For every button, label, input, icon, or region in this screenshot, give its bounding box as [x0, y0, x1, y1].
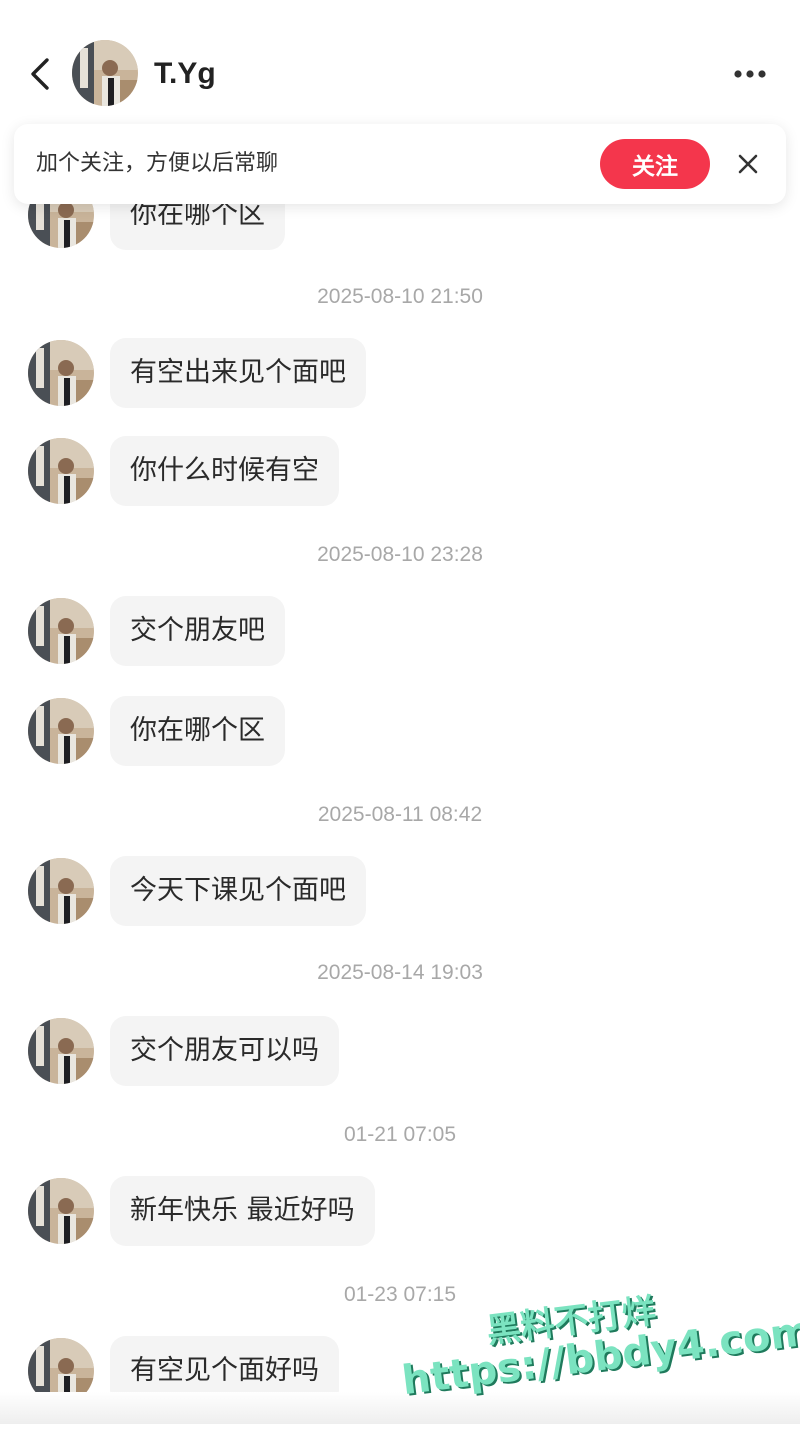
follow-banner: 加个关注，方便以后常聊 关注	[14, 124, 786, 204]
sender-avatar[interactable]	[28, 340, 94, 406]
chat-header: T.Yg	[0, 0, 800, 120]
message-timestamp: 2025-08-11 08:42	[317, 803, 483, 826]
message-bubble[interactable]: 你什么时候有空	[110, 436, 339, 506]
bottom-edge	[0, 1392, 800, 1424]
message-row: 新年快乐 最近好吗	[0, 1176, 800, 1246]
chat-message-list[interactable]: 你在哪个区 2025-08-10 21:50 有空出来见个面吧 你什么时候有空 2025…	[0, 0, 800, 1424]
sender-avatar[interactable]	[28, 1018, 94, 1084]
message-timestamp: 2025-08-14 19:03	[317, 961, 483, 984]
more-horizontal-icon	[734, 70, 766, 78]
message-timestamp: 2025-08-10 21:50	[317, 285, 483, 308]
message-bubble[interactable]: 你在哪个区	[110, 696, 285, 766]
close-icon	[738, 154, 758, 174]
message-bubble[interactable]: 交个朋友吧	[110, 596, 285, 666]
message-bubble[interactable]: 有空出来见个面吧	[110, 338, 366, 408]
message-timestamp: 2025-08-10 23:28	[317, 543, 483, 566]
message-timestamp: 01-21 07:05	[343, 1123, 457, 1146]
sender-avatar[interactable]	[28, 698, 94, 764]
more-options-button[interactable]	[728, 56, 772, 92]
contact-name[interactable]: T.Yg	[154, 52, 216, 96]
contact-avatar[interactable]	[72, 40, 138, 106]
sender-avatar[interactable]	[28, 858, 94, 924]
follow-button[interactable]: 关注	[600, 139, 710, 189]
follow-banner-text: 加个关注，方便以后常聊	[36, 151, 279, 176]
message-row: 今天下课见个面吧	[0, 856, 800, 926]
message-row: 你什么时候有空	[0, 436, 800, 506]
message-row: 有空出来见个面吧	[0, 338, 800, 408]
message-timestamp: 01-23 07:15	[343, 1283, 457, 1306]
message-bubble[interactable]: 交个朋友可以吗	[110, 1016, 339, 1086]
message-bubble[interactable]: 新年快乐 最近好吗	[110, 1176, 375, 1246]
chevron-left-icon	[31, 58, 49, 90]
close-banner-button[interactable]	[728, 144, 768, 184]
sender-avatar[interactable]	[28, 598, 94, 664]
message-row: 交个朋友吧	[0, 596, 800, 666]
message-row: 你在哪个区	[0, 696, 800, 766]
sender-avatar[interactable]	[28, 438, 94, 504]
message-bubble[interactable]: 今天下课见个面吧	[110, 856, 366, 926]
back-button[interactable]	[22, 52, 58, 96]
sender-avatar[interactable]	[28, 1178, 94, 1244]
message-row: 交个朋友可以吗	[0, 1016, 800, 1086]
